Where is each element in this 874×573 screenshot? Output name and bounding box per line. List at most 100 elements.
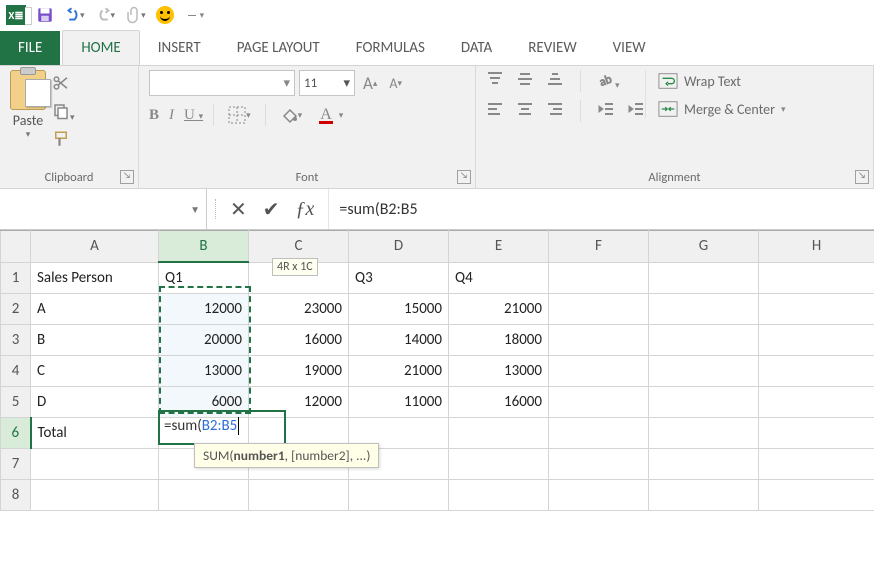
clipboard-icon[interactable] (10, 70, 46, 110)
increase-indent-button[interactable] (627, 100, 645, 122)
cell-B3[interactable]: 20000 (159, 325, 249, 356)
cell-G4[interactable] (649, 356, 759, 387)
cell-C4[interactable]: 19000 (249, 356, 349, 387)
cell-E1[interactable]: Q4 (449, 262, 549, 294)
tab-file[interactable]: FILE (0, 31, 60, 65)
select-all-corner[interactable] (1, 231, 31, 263)
cell-G1[interactable] (649, 262, 759, 294)
qat-customize[interactable] (188, 8, 196, 23)
cell-G6[interactable] (649, 418, 759, 449)
align-left-button[interactable] (486, 100, 504, 122)
cell-A3[interactable]: B (31, 325, 159, 356)
cell-G3[interactable] (649, 325, 759, 356)
cell-G2[interactable] (649, 294, 759, 325)
row-header-1[interactable]: 1 (1, 262, 31, 294)
col-header-A[interactable]: A (31, 231, 159, 263)
cell-C5[interactable]: 12000 (249, 387, 349, 418)
cell-C3[interactable]: 16000 (249, 325, 349, 356)
borders-button[interactable]: ▾ (224, 104, 255, 126)
col-header-F[interactable]: F (549, 231, 649, 263)
cell-A5[interactable]: D (31, 387, 159, 418)
cell-A7[interactable] (31, 449, 159, 480)
cell-F1[interactable] (549, 262, 649, 294)
tab-formulas[interactable]: FORMULAS (338, 31, 443, 65)
cell-B8[interactable] (159, 480, 249, 511)
cell-A1[interactable]: Sales Person (31, 262, 159, 294)
cell-D3[interactable]: 14000 (349, 325, 449, 356)
cell-D7[interactable] (349, 449, 449, 480)
font-size-dropdown[interactable]: 11 ▾ (299, 70, 355, 96)
chevron-down-icon[interactable]: ▾ (70, 112, 75, 123)
merge-center-button[interactable]: Merge & Center ▾ (658, 100, 786, 118)
cell-C8[interactable] (249, 480, 349, 511)
cell-F7[interactable] (549, 449, 649, 480)
chevron-down-icon[interactable]: ▼ (190, 203, 200, 216)
align-top-button[interactable] (486, 70, 504, 92)
cell-D8[interactable] (349, 480, 449, 511)
tab-insert[interactable]: INSERT (140, 31, 219, 65)
cell-H5[interactable] (759, 387, 874, 418)
cell-F6[interactable] (549, 418, 649, 449)
col-header-E[interactable]: E (449, 231, 549, 263)
tab-review[interactable]: REVIEW (510, 31, 594, 65)
cell-F5[interactable] (549, 387, 649, 418)
dialog-launcher-icon[interactable]: ↘ (457, 170, 471, 184)
underline-button[interactable]: U ▾ (184, 107, 203, 124)
cell-C2[interactable]: 23000 (249, 294, 349, 325)
cell-G8[interactable] (649, 480, 759, 511)
dialog-launcher-icon[interactable]: ↘ (855, 170, 869, 184)
cell-A2[interactable]: A (31, 294, 159, 325)
cell-B7[interactable] (159, 449, 249, 480)
align-center-button[interactable] (516, 100, 534, 122)
cell-E8[interactable] (449, 480, 549, 511)
align-middle-button[interactable] (516, 70, 534, 92)
feedback-button[interactable] (156, 6, 174, 24)
row-header-4[interactable]: 4 (1, 356, 31, 387)
tab-home[interactable]: HOME (62, 30, 139, 66)
row-header-5[interactable]: 5 (1, 387, 31, 418)
cell-F3[interactable] (549, 325, 649, 356)
cell-H7[interactable] (759, 449, 874, 480)
cell-A8[interactable] (31, 480, 159, 511)
cell-E3[interactable]: 18000 (449, 325, 549, 356)
cell-B5[interactable]: 6000 (159, 387, 249, 418)
copy-button[interactable]: ▾ (52, 102, 75, 124)
cell-E7[interactable] (449, 449, 549, 480)
cell-B6[interactable] (159, 418, 249, 449)
font-family-dropdown[interactable]: ▾ (149, 70, 295, 96)
cell-A6[interactable]: Total (31, 418, 159, 449)
shrink-font-button[interactable]: A▾ (385, 73, 406, 94)
cell-F4[interactable] (549, 356, 649, 387)
align-bottom-button[interactable] (546, 70, 564, 92)
cell-B4[interactable]: 13000 (159, 356, 249, 387)
cell-F8[interactable] (549, 480, 649, 511)
row-header-7[interactable]: 7 (1, 449, 31, 480)
cell-E4[interactable]: 13000 (449, 356, 549, 387)
cell-D4[interactable]: 21000 (349, 356, 449, 387)
insert-function-button[interactable]: ƒx (290, 198, 321, 221)
formula-input[interactable]: =sum(B2:B5 (329, 189, 874, 229)
row-header-8[interactable]: 8 (1, 480, 31, 511)
name-box[interactable]: ▼ (0, 189, 207, 229)
undo-button[interactable]: ▾ (64, 6, 85, 24)
tab-data[interactable]: DATA (443, 31, 510, 65)
cell-G7[interactable] (649, 449, 759, 480)
paste-button[interactable]: Paste ▾ (13, 112, 43, 140)
tab-view[interactable]: VIEW (595, 31, 664, 65)
cell-E2[interactable]: 21000 (449, 294, 549, 325)
dialog-launcher-icon[interactable]: ↘ (120, 170, 134, 184)
wrap-text-button[interactable]: Wrap Text (658, 72, 786, 90)
bold-button[interactable]: B (149, 107, 159, 124)
row-header-3[interactable]: 3 (1, 325, 31, 356)
cell-E5[interactable]: 16000 (449, 387, 549, 418)
cell-F2[interactable] (549, 294, 649, 325)
cancel-formula-button[interactable]: ✕ (224, 197, 253, 222)
redo-button[interactable]: ▾ (95, 6, 116, 24)
cell-G5[interactable] (649, 387, 759, 418)
col-header-C[interactable]: C (249, 231, 349, 263)
cell-C6[interactable] (249, 418, 349, 449)
cell-E6[interactable] (449, 418, 549, 449)
col-header-G[interactable]: G (649, 231, 759, 263)
cell-A4[interactable]: C (31, 356, 159, 387)
col-header-D[interactable]: D (349, 231, 449, 263)
